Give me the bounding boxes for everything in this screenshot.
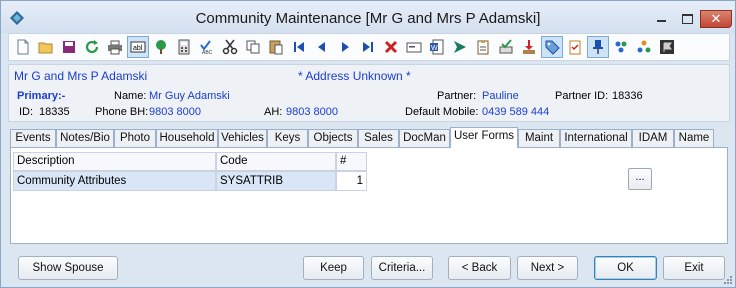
primary-label: Primary:-: [17, 90, 66, 102]
partner-id-label: Partner ID:: [555, 90, 609, 102]
name-label: Name:: [114, 90, 147, 102]
contact-summary-panel: Mr G and Mrs P Adamski * Address Unknown…: [8, 64, 730, 122]
contact-name: Mr G and Mrs P Adamski: [14, 69, 148, 83]
ah-value: 9803 8000: [286, 106, 338, 118]
group-icon[interactable]: [633, 36, 655, 58]
row-description-cell[interactable]: Community Attributes: [13, 171, 216, 191]
tab-keys[interactable]: Keys: [267, 129, 308, 148]
tab-idam[interactable]: IDAM: [632, 129, 674, 148]
flag-icon[interactable]: [656, 36, 678, 58]
people-icon[interactable]: [610, 36, 632, 58]
checklist-icon[interactable]: [564, 36, 586, 58]
pin-icon[interactable]: [587, 36, 609, 58]
approve-icon[interactable]: [495, 36, 517, 58]
open-folder-icon[interactable]: [35, 36, 57, 58]
refresh-icon[interactable]: [81, 36, 103, 58]
id-value: 18335: [39, 106, 70, 118]
tab-events[interactable]: Events: [10, 129, 56, 148]
tree-icon[interactable]: [150, 36, 172, 58]
tab-vehicles[interactable]: Vehicles: [218, 129, 267, 148]
first-record-icon[interactable]: [288, 36, 310, 58]
svg-text:W: W: [431, 45, 438, 52]
column-header-count[interactable]: #: [336, 152, 367, 171]
browse-button[interactable]: ...: [628, 168, 652, 190]
exit-button[interactable]: Exit: [663, 256, 725, 280]
community-maintenance-window: Community Maintenance [Mr G and Mrs P Ad…: [0, 0, 736, 288]
tab-notes-bio[interactable]: Notes/Bio: [56, 129, 114, 148]
column-header-code[interactable]: Code: [216, 152, 336, 171]
send-icon[interactable]: [449, 36, 471, 58]
spellcheck-icon[interactable]: ABC: [196, 36, 218, 58]
back-button[interactable]: < Back: [448, 256, 511, 280]
show-spouse-button[interactable]: Show Spouse: [18, 256, 118, 280]
textbox-icon[interactable]: abl: [127, 36, 149, 58]
minimize-button[interactable]: [648, 10, 674, 28]
card-icon[interactable]: [403, 36, 425, 58]
tab-photo[interactable]: Photo: [114, 129, 156, 148]
tab-sales[interactable]: Sales: [358, 129, 399, 148]
ah-label: AH:: [264, 106, 283, 118]
toolbar: abl ABC W: [8, 33, 730, 61]
partner-value: Pauline: [482, 90, 519, 102]
tab-maint[interactable]: Maint: [518, 129, 560, 148]
default-mobile-label: Default Mobile:: [405, 106, 479, 118]
cut-icon[interactable]: [219, 36, 241, 58]
tab-name[interactable]: Name: [674, 129, 714, 148]
address-unknown-warning: * Address Unknown *: [298, 69, 411, 83]
phone-bh-label: Phone BH:: [95, 106, 149, 118]
previous-record-icon[interactable]: [311, 36, 333, 58]
partner-label: Partner:: [437, 90, 477, 102]
tab-docman[interactable]: DocMan: [399, 129, 450, 148]
title-bar[interactable]: Community Maintenance [Mr G and Mrs P Ad…: [1, 1, 735, 33]
tab-international[interactable]: International: [560, 129, 632, 148]
save-icon[interactable]: [58, 36, 80, 58]
id-label: ID:: [19, 106, 34, 118]
calculator-icon[interactable]: [173, 36, 195, 58]
phone-bh-value: 9803 8000: [149, 106, 201, 118]
window-title: Community Maintenance [Mr G and Mrs P Ad…: [195, 10, 541, 27]
print-icon[interactable]: [104, 36, 126, 58]
download-icon[interactable]: [518, 36, 540, 58]
name-value: Mr Guy Adamski: [149, 90, 230, 102]
copy-icon[interactable]: [242, 36, 264, 58]
word-doc-icon[interactable]: W: [426, 36, 448, 58]
resize-grip-icon[interactable]: [723, 275, 733, 285]
clipboard-edit-icon[interactable]: [472, 36, 494, 58]
tab-objects[interactable]: Objects: [308, 129, 358, 148]
tab-household[interactable]: Household: [156, 129, 218, 148]
svg-text:ABC: ABC: [202, 50, 213, 55]
keep-button[interactable]: Keep: [303, 256, 364, 280]
maximize-button[interactable]: [674, 10, 700, 28]
delete-icon[interactable]: [380, 36, 402, 58]
default-mobile-value: 0439 589 444: [482, 106, 550, 118]
next-record-icon[interactable]: [334, 36, 356, 58]
new-doc-icon[interactable]: [12, 36, 34, 58]
row-code-cell[interactable]: SYSATTRIB: [216, 171, 336, 191]
close-button[interactable]: ✕: [700, 10, 732, 28]
user-forms-grid[interactable]: Description Code # Community Attributes …: [13, 152, 367, 191]
paste-icon[interactable]: [265, 36, 287, 58]
last-record-icon[interactable]: [357, 36, 379, 58]
ok-button[interactable]: OK: [594, 256, 657, 280]
column-header-description[interactable]: Description: [13, 152, 216, 171]
tag-icon[interactable]: [541, 36, 563, 58]
tab-user-forms[interactable]: User Forms: [450, 127, 518, 148]
next-button[interactable]: Next >: [517, 256, 578, 280]
svg-text:abl: abl: [133, 45, 143, 52]
partner-id-value: 18336: [612, 90, 643, 102]
row-count-cell[interactable]: 1: [336, 171, 367, 191]
criteria-button[interactable]: Criteria...: [371, 256, 433, 280]
